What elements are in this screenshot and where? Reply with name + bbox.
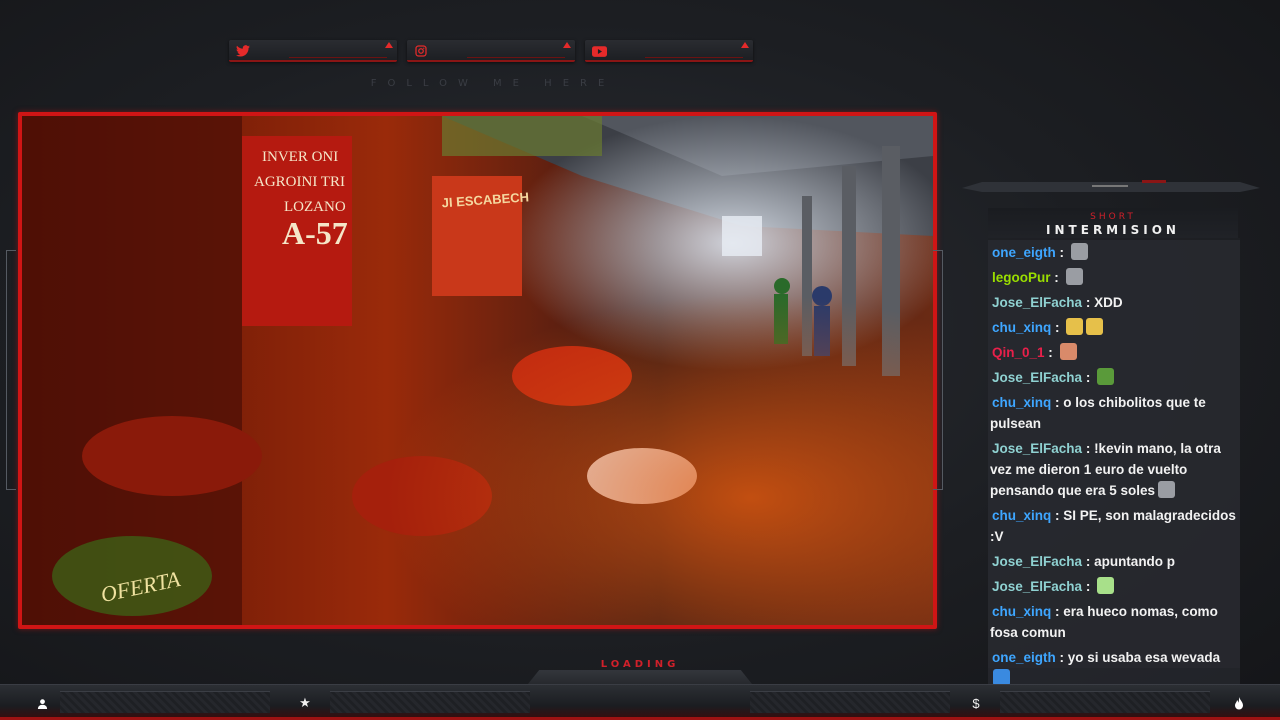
chat-title: INTERMISION (1046, 223, 1180, 237)
left-frame-bracket (6, 250, 16, 490)
chat-username[interactable]: chu_xinq (990, 395, 1051, 410)
chat-message: Jose_ElFacha : XDD (988, 290, 1240, 315)
face-emote-icon (1059, 343, 1077, 360)
flame-icon (1232, 696, 1246, 710)
pepe-small-emote-icon (1097, 577, 1115, 594)
gray-emote-icon (1065, 268, 1083, 285)
chat-title-small: SHORT (1090, 212, 1136, 222)
chat-message: Jose_ElFacha : apuntando p (988, 549, 1240, 574)
chat-username[interactable]: chu_xinq (990, 320, 1051, 335)
svg-text:LOZANO: LOZANO (284, 199, 346, 215)
instagram-icon (413, 43, 429, 59)
gray-emote-icon (1158, 481, 1176, 498)
chat-panel: one_eigth : legooPur : Jose_ElFacha : XD… (988, 238, 1240, 691)
chat-username[interactable]: Jose_ElFacha (990, 554, 1082, 569)
chat-message: Qin_0_1 : (988, 340, 1240, 365)
chat-username[interactable]: Jose_ElFacha (990, 579, 1082, 594)
instagram-link[interactable] (407, 40, 575, 62)
market-scene-image: INVER ONI AGROINI TRI LOZANO A-57 JI ESC… (22, 116, 933, 625)
chat-username[interactable]: chu_xinq (990, 508, 1051, 523)
star-icon: ★ (299, 695, 311, 710)
chat-message: Jose_ElFacha : (988, 574, 1240, 599)
chat-text: apuntando p (1094, 554, 1176, 569)
chat-username[interactable]: Qin_0_1 (990, 345, 1045, 360)
dollar-icon: $ (972, 695, 980, 711)
pepe-hat-emote-icon (1066, 318, 1084, 335)
chat-header: SHORT INTERMISION (988, 208, 1238, 238)
loading-label: LOADING (600, 659, 680, 670)
pepe-emote-icon (1097, 368, 1115, 385)
chat-text: XDD (1094, 295, 1123, 310)
chat-message: chu_xinq : (988, 315, 1240, 340)
chat-message: chu_xinq : o los chibolitos que te pulse… (988, 390, 1240, 436)
pepe-hat-emote-icon (1086, 318, 1104, 335)
bottom-bar: ★ $ (0, 684, 1280, 720)
chat-username[interactable]: Jose_ElFacha (990, 441, 1082, 456)
youtube-icon (591, 43, 607, 59)
chat-username[interactable]: legooPur (990, 270, 1051, 285)
svg-text:A-57: A-57 (282, 215, 348, 251)
chat-message: chu_xinq : era hueco nomas, como fosa co… (988, 599, 1240, 645)
chat-username[interactable]: one_eigth (990, 245, 1056, 260)
chat-username[interactable]: Jose_ElFacha (990, 295, 1082, 310)
chat-message: Jose_ElFacha : !kevin mano, la otra vez … (988, 436, 1240, 503)
stream-video-frame: INVER ONI AGROINI TRI LOZANO A-57 JI ESC… (18, 112, 937, 629)
chat-message: Jose_ElFacha : (988, 365, 1240, 390)
chat-top-ornament (962, 180, 1260, 192)
right-frame-bracket (933, 250, 943, 490)
svg-text:AGROINI TRI: AGROINI TRI (254, 174, 345, 190)
twitter-icon (235, 43, 251, 59)
chat-text: yo si usaba esa wevada (1067, 650, 1221, 665)
chat-message: one_eigth : (988, 240, 1240, 265)
twitter-link[interactable] (229, 40, 397, 62)
youtube-link[interactable] (585, 40, 753, 62)
chat-username[interactable]: one_eigth (990, 650, 1056, 665)
chat-message: legooPur : (988, 265, 1240, 290)
follow-me-label: FOLLOW ME HERE (370, 78, 616, 89)
user-icon (35, 696, 49, 710)
chat-username[interactable]: chu_xinq (990, 604, 1051, 619)
svg-text:INVER ONI: INVER ONI (262, 149, 338, 165)
chat-message: chu_xinq : SI PE, son malagradecidos :V (988, 503, 1240, 549)
gray-emote-icon (1070, 243, 1088, 260)
chat-username[interactable]: Jose_ElFacha (990, 370, 1082, 385)
